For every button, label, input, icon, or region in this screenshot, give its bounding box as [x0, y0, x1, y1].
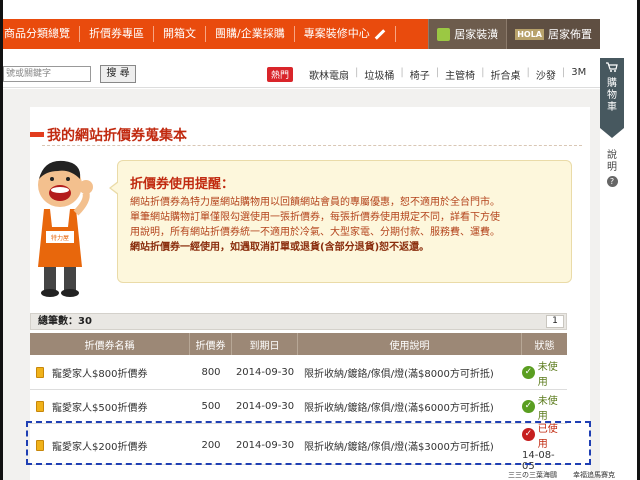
hot-link[interactable]: 垃圾桶: [358, 67, 400, 82]
notice-arrow-inner: [111, 182, 119, 194]
hot-link[interactable]: 椅子: [404, 67, 436, 82]
chevron-down-icon: [600, 128, 624, 138]
notice-title: 折價券使用提醒：: [130, 177, 235, 192]
coupon-amount: 500: [201, 401, 221, 412]
count-bar: 總筆數：30 1: [30, 313, 567, 330]
title-accent: [30, 132, 44, 137]
divider: [42, 145, 582, 146]
notice-line: 網站折價券為特力屋網站購物用以回饋網站會員的專屬優惠，恕不適用於全台門市。: [130, 197, 500, 208]
hot-link[interactable]: 主管椅: [439, 67, 481, 82]
highlight-box: [26, 421, 591, 465]
coupon-expiry: 2014-09-30: [235, 367, 295, 378]
coupon-amount: 800: [201, 367, 221, 378]
hot-link[interactable]: 3M: [565, 67, 592, 82]
status-cell: ✓ 未使用: [522, 390, 567, 423]
status-badge: ✓ 未使用: [522, 358, 567, 388]
search-input[interactable]: 號或關鍵字: [3, 66, 91, 82]
page-number[interactable]: 1: [546, 315, 564, 328]
check-icon: ✓: [522, 400, 535, 413]
cart-label: 購物車: [607, 78, 617, 113]
cart-button[interactable]: 購物車: [600, 58, 624, 128]
coupon-name: 寵愛家人$800折價券: [52, 369, 148, 380]
coupon-description: 限折收納/鍍鉻/傢俱/燈(滿$8000方可折抵): [304, 369, 494, 380]
coupon-expiry: 2014-09-30: [235, 401, 295, 412]
check-icon: ✓: [522, 366, 535, 379]
header-status: 狀態: [534, 340, 555, 352]
coupon-icon: [36, 401, 44, 412]
status-badge: ✓ 未使用: [522, 392, 567, 422]
pencil-icon: [374, 28, 386, 40]
count-label: 總筆數：: [38, 316, 78, 327]
help-label: 說明: [607, 150, 617, 173]
nav-item-categories[interactable]: 商品分類總覽: [3, 26, 80, 42]
notice-line: 網站折價券一經使用，如遇取消訂單或退貨(含部分退貨)恕不返還。: [130, 242, 430, 253]
tab-home-furnishing[interactable]: HOLA 居家佈置: [506, 19, 600, 49]
header-expiry: 到期日: [232, 333, 298, 355]
header-name: 折價券名稱: [30, 333, 190, 355]
coupon-icon: [36, 367, 44, 378]
top-nav: 商品分類總覽 折價券專區 開箱文 團購/企業採購 專案裝修中心 居家裝潢 HOL…: [3, 19, 600, 49]
tab-home-decor-label: 居家裝潢: [454, 28, 499, 41]
hot-links: 歌林電扇 | 垃圾桶 | 椅子 | 主管椅 | 折合桌 | 沙發 | 3M: [303, 67, 592, 82]
nav-item-unboxing[interactable]: 開箱文: [154, 26, 206, 42]
nav-item-group-buy[interactable]: 團購/企業採購: [206, 26, 295, 42]
page-title: 我的網站折價券蒐集本: [47, 128, 187, 144]
coupon-name-cell: 寵愛家人$800折價券: [30, 356, 190, 389]
hot-link[interactable]: 沙發: [530, 67, 562, 82]
coupon-description: 限折收納/鍍鉻/傢俱/燈(滿$6000方可折抵): [304, 403, 494, 414]
nav-item-renovation[interactable]: 專案裝修中心: [295, 26, 396, 42]
tab-home-furnishing-label: 居家佈置: [548, 28, 592, 41]
notice-line: 用說明，所有網站折價券統一不適用於冷氣、大型家電、分期付款、服務費、運費。: [130, 227, 500, 238]
notice-box: 折價券使用提醒： 網站折價券為特力屋網站購物用以回饋網站會員的專屬優惠，恕不適用…: [109, 160, 572, 283]
search-row: 號或關鍵字 搜 尋 熱門 歌林電扇 | 垃圾桶 | 椅子 | 主管椅 | 折合桌 | 沙發…: [3, 58, 600, 88]
coupon-name-cell: 寵愛家人$500折價券: [30, 390, 190, 423]
help-button[interactable]: 說明 ?: [605, 150, 619, 188]
status-text: 未使用: [537, 395, 558, 422]
header-amount: 折價券: [190, 333, 232, 355]
notice-line: 單筆網站購物訂單僅限勾選使用一張折價券，每張折價券使用規定不同，詳看下方使: [130, 212, 500, 223]
nav-item-renovation-label: 專案裝修中心: [303, 27, 370, 40]
leaf-logo-icon: [437, 27, 451, 41]
table-header: 折價券名稱 折價券 到期日 使用說明 狀態: [30, 333, 567, 355]
cart-icon: [606, 62, 618, 72]
tab-home-decor[interactable]: 居家裝潢: [428, 19, 507, 49]
mascot-image: 特力屋: [38, 160, 93, 297]
header-description: 使用說明: [298, 333, 522, 355]
coupon-name: 寵愛家人$500折價券: [52, 403, 148, 414]
mascot-label: 特力屋: [51, 234, 69, 242]
table-row: 寵愛家人$500折價券 500 2014-09-30 限折收納/鍍鉻/傢俱/燈(…: [30, 390, 567, 424]
right-sidebar: 購物車 說明 ?: [600, 58, 637, 480]
notice-body: 網站折價券為特力屋網站購物用以回饋網站會員的專屬優惠，恕不適用於全台門市。 單筆…: [130, 195, 570, 255]
status-cell: ✓ 未使用: [522, 356, 567, 389]
footer-text: 三三の三葉海鷗 幸福追馬賽克: [508, 470, 615, 480]
footer-right: 幸福追馬賽克: [573, 471, 615, 479]
footer-left: 三三の三葉海鷗: [508, 471, 557, 479]
table-row: 寵愛家人$800折價券 800 2014-09-30 限折收納/鍍鉻/傢俱/燈(…: [30, 356, 567, 390]
question-icon: ?: [606, 176, 618, 187]
hot-link[interactable]: 歌林電扇: [303, 67, 355, 82]
count-value: 30: [78, 316, 92, 327]
hola-logo: HOLA: [515, 28, 544, 40]
search-button[interactable]: 搜 尋: [100, 65, 136, 83]
nav-item-coupons[interactable]: 折價券專區: [80, 26, 154, 42]
status-text: 未使用: [537, 361, 558, 388]
hot-badge: 熱門: [267, 67, 294, 82]
hot-link[interactable]: 折合桌: [485, 67, 527, 82]
